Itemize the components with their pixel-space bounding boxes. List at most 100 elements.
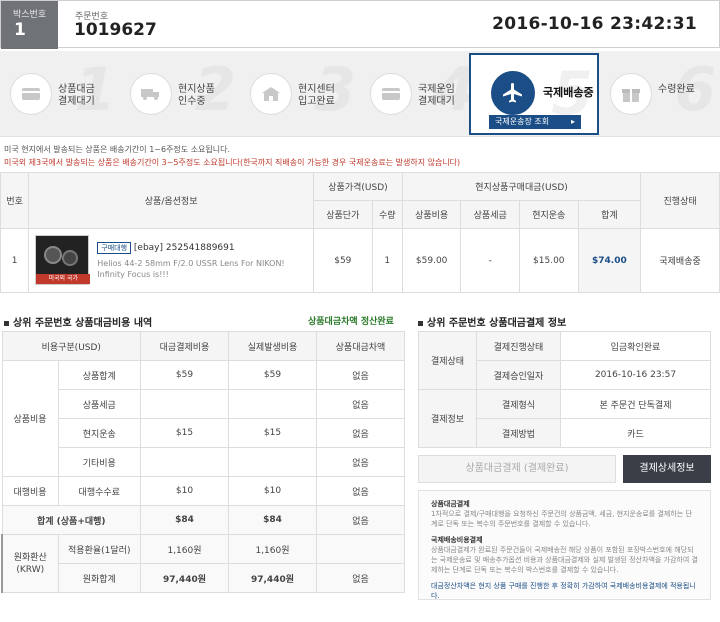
row-cost: $59.00 — [401, 228, 462, 293]
payment-info-table: 결제상태 결제진행상태 입금확인완료 결제승인일자 2016-10-16 23:… — [418, 331, 711, 448]
card-icon — [10, 73, 52, 115]
info-title-product: 상품대금결제 — [431, 500, 470, 508]
krw-diff: 없음 — [316, 563, 405, 593]
bullet-icon — [418, 320, 423, 326]
step-label-line1: 상품대금 — [58, 84, 95, 95]
table-row: 대행비용 대행수수료 $10 $10 없음 — [1, 476, 405, 506]
purchase-agency-badge: 구매대행 — [97, 241, 132, 254]
track-shipment-button[interactable]: 국제운송장 조회 ▸ — [489, 115, 581, 129]
table-row: 결제정보 결제형식 본 주문건 단독결제 — [418, 389, 711, 448]
cost-breakdown-table: 비용구분(USD) 대금결제비용 실제발생비용 상품대금차액 상품비용 상품합계… — [1, 331, 405, 593]
table-row: 원화합계 97,440원 97,440원 없음 — [2, 563, 405, 593]
payment-date-value: 2016-10-16 23:57 — [560, 360, 711, 390]
col-header-ship: 현지운송 — [519, 200, 579, 229]
gift-icon — [610, 73, 652, 115]
row-tax: - — [460, 228, 520, 293]
cost-diff: 없음 — [316, 389, 405, 419]
cost-paid: $59 — [140, 360, 229, 390]
cost-diff: 없음 — [316, 447, 405, 477]
info-title-shipping: 국제배송비용결제 — [431, 536, 483, 544]
cost-section-title: 상위 주문번호 상품대금비용 내역 — [4, 314, 152, 329]
step-label-line1: 현지상품 — [178, 84, 215, 95]
payment-group-status: 결제상태 — [418, 331, 477, 390]
step-label-line2: 인수중 — [178, 96, 206, 107]
cost-paid: $10 — [140, 476, 229, 506]
cost-group-product: 상품비용 — [1, 360, 59, 477]
cost-col-paid: 대금결제비용 — [140, 331, 229, 361]
cost-diff: 없음 — [316, 418, 405, 448]
track-shipment-label: 국제운송장 조회 — [495, 117, 550, 126]
table-row: 1 미국외 국가 구매대행 [ebay] 252541889691 Helios… — [0, 228, 720, 293]
cost-paid — [140, 389, 229, 419]
step-intl-payment-wait: 4 국제운임 결제대기 — [360, 51, 480, 137]
card-icon — [370, 73, 412, 115]
cost-row-label: 현지운송 — [57, 418, 141, 448]
krw-diff — [316, 534, 405, 564]
col-header-tax: 상품세금 — [460, 200, 520, 229]
cost-diff: 없음 — [316, 476, 405, 506]
col-header-price: 상품가격(USD) — [313, 172, 403, 201]
cost-sum-paid: $84 — [140, 505, 229, 535]
order-datetime: 2016-10-16 23:42:31 — [492, 14, 697, 34]
step-label-line2: 결제대기 — [58, 96, 95, 107]
krw-actual: 1,160원 — [228, 534, 317, 564]
step-label-line2: 입고완료 — [298, 96, 335, 107]
product-payment-button[interactable]: 상품대금결제 (결제완료) — [418, 455, 616, 483]
col-header-product: 상품/옵션정보 — [28, 172, 315, 229]
info-text-product: 1차적으로 결제/구매대행을 요청하신 주문건의 상품금액, 세금, 현지운송료… — [431, 510, 692, 528]
col-header-local: 현지상품구매대금(USD) — [401, 172, 642, 201]
step-local-receiving: 2 현지상품 인수중 — [120, 51, 240, 137]
payment-method-value: 카드 — [560, 418, 711, 448]
step-label-line1: 국제운임 — [418, 84, 455, 95]
table-row: 결제상태 결제진행상태 입금확인완료 — [418, 331, 711, 390]
payment-row-label: 결제형식 — [476, 389, 561, 419]
product-title-link[interactable]: [ebay] 252541889691 — [134, 243, 235, 253]
krw-paid: 97,440원 — [140, 563, 229, 593]
krw-group: 원화환산 (KRW) — [1, 534, 59, 593]
row-ship: $15.00 — [519, 228, 579, 293]
row-status: 국제배송중 — [640, 228, 720, 293]
table-row: 원화환산 (KRW) 적용환율(1달러) 1,160원 1,160원 — [1, 534, 405, 593]
step-received: 6 수령완료 — [600, 51, 720, 137]
box-number-value: 1 — [14, 20, 26, 40]
row-no: 1 — [0, 228, 30, 293]
step-intl-shipping-active: 5 국제배송중 국제운송장 조회 ▸ — [469, 53, 599, 135]
cost-paid: $15 — [140, 418, 229, 448]
step-label-line1: 현지센터 — [298, 84, 335, 95]
krw-actual: 97,440원 — [228, 563, 317, 593]
lens-image-icon — [44, 246, 63, 264]
table-row: 기타비용 없음 — [2, 447, 405, 477]
cost-sum-actual: $84 — [228, 505, 317, 535]
cost-sum-diff: 없음 — [316, 505, 405, 535]
progress-steps: 1 상품대금 결제대기 2 현지상품 인수중 3 현지센터 입고완료 4 국제운임 결제… — [0, 51, 720, 137]
origin-badge: 미국외 국가 — [36, 274, 91, 284]
krw-paid: 1,160원 — [140, 534, 229, 564]
cost-col-type: 비용구분(USD) — [1, 331, 141, 361]
cost-row-label: 상품합계 — [57, 360, 141, 390]
col-header-unit: 상품단가 — [313, 200, 373, 229]
col-header-qty: 수량 — [371, 200, 403, 229]
payment-detail-button[interactable]: 결제상세정보 — [623, 455, 711, 483]
row-total: $74.00 — [577, 228, 642, 293]
step-label-line1: 국제배송중 — [543, 86, 594, 99]
col-header-total: 합계 — [577, 200, 642, 229]
step-label-line1: 수령완료 — [658, 84, 695, 95]
payment-info-box: 상품대금결제 1차적으로 결제/구매대행을 요청하신 주문건의 상품금액, 세금… — [418, 490, 711, 600]
shipping-note-intl: 미국외 제3국에서 발송되는 상품은 배송기간이 3~5주정도 소요됩니다(한국… — [4, 158, 461, 167]
box-number-label: 박스번호 — [13, 10, 47, 20]
col-header-cost: 상품비용 — [401, 200, 462, 229]
lens-image-icon — [62, 250, 79, 266]
caret-right-icon: ▸ — [570, 117, 575, 126]
table-row: 상품비용 상품합계 $59 $59 없음 — [1, 360, 405, 477]
cost-actual: $10 — [228, 476, 317, 506]
box-number-cell: 박스번호 1 — [1, 1, 58, 49]
cost-actual — [228, 389, 317, 419]
cost-row-label: 대행수수료 — [57, 476, 141, 506]
cost-sum-label: 합계 (상품+대행) — [1, 505, 141, 535]
payment-row-label: 결제진행상태 — [476, 331, 561, 361]
cost-actual: $15 — [228, 418, 317, 448]
payment-section-title-text: 상위 주문번호 상품대금결제 정보 — [427, 318, 567, 329]
product-thumbnail[interactable]: 미국외 국가 — [35, 235, 91, 285]
cost-col-actual: 실제발생비용 — [228, 331, 317, 361]
payment-row-label: 결제방법 — [476, 418, 561, 448]
